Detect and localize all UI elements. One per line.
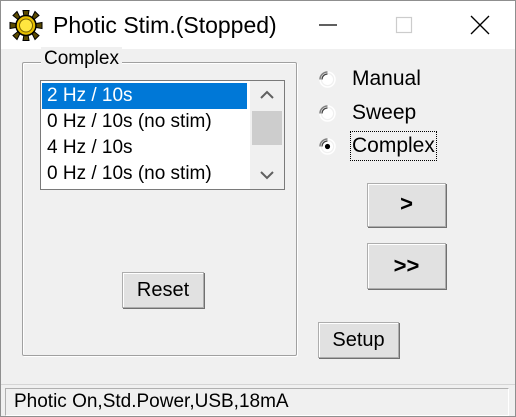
- maximize-button: [367, 1, 441, 49]
- scroll-up-button[interactable]: [250, 81, 284, 109]
- status-bar: Photic On,Std.Power,USB,18mA: [1, 384, 515, 416]
- setup-button[interactable]: Setup: [318, 322, 399, 358]
- list-scrollbar[interactable]: [250, 81, 284, 189]
- complex-group-label: Complex: [41, 47, 122, 71]
- fast-forward-button[interactable]: >>: [367, 243, 446, 289]
- minimize-button[interactable]: [291, 1, 365, 49]
- scroll-down-button[interactable]: [250, 161, 284, 189]
- title-bar[interactable]: Photic Stim.(Stopped): [1, 1, 515, 49]
- radio-unchecked-icon: [319, 105, 336, 122]
- list-item[interactable]: 0 Hz / 10s (no stim): [42, 109, 247, 135]
- window-title: Photic Stim.(Stopped): [53, 12, 277, 38]
- photic-stim-window: Photic Stim.(Stopped) Complex 2 Hz / 10s…: [0, 0, 516, 417]
- radio-complex-label: Complex: [350, 131, 437, 161]
- reset-button[interactable]: Reset: [122, 272, 204, 308]
- close-icon: [470, 15, 490, 35]
- radio-unchecked-icon: [319, 71, 336, 88]
- radio-manual-label: Manual: [352, 67, 421, 90]
- list-item[interactable]: 4 Hz / 10s: [42, 135, 247, 161]
- status-text: Photic On,Std.Power,USB,18mA: [5, 388, 509, 416]
- step-next-button[interactable]: >: [367, 183, 446, 227]
- radio-checked-icon: [319, 138, 336, 155]
- chevron-up-icon: [260, 90, 274, 99]
- close-button[interactable]: [443, 1, 515, 49]
- minimize-icon: [319, 24, 337, 26]
- scroll-thumb[interactable]: [252, 111, 282, 145]
- complex-sequence-list[interactable]: 2 Hz / 10s 0 Hz / 10s (no stim) 4 Hz / 1…: [40, 80, 285, 190]
- sun-gear-icon: [9, 10, 43, 41]
- list-item[interactable]: 0 Hz / 10s (no stim): [42, 161, 247, 187]
- radio-sweep-label: Sweep: [352, 101, 417, 124]
- chevron-down-icon: [260, 171, 274, 180]
- maximize-icon: [395, 16, 413, 34]
- list-item[interactable]: 2 Hz / 10s: [42, 83, 247, 109]
